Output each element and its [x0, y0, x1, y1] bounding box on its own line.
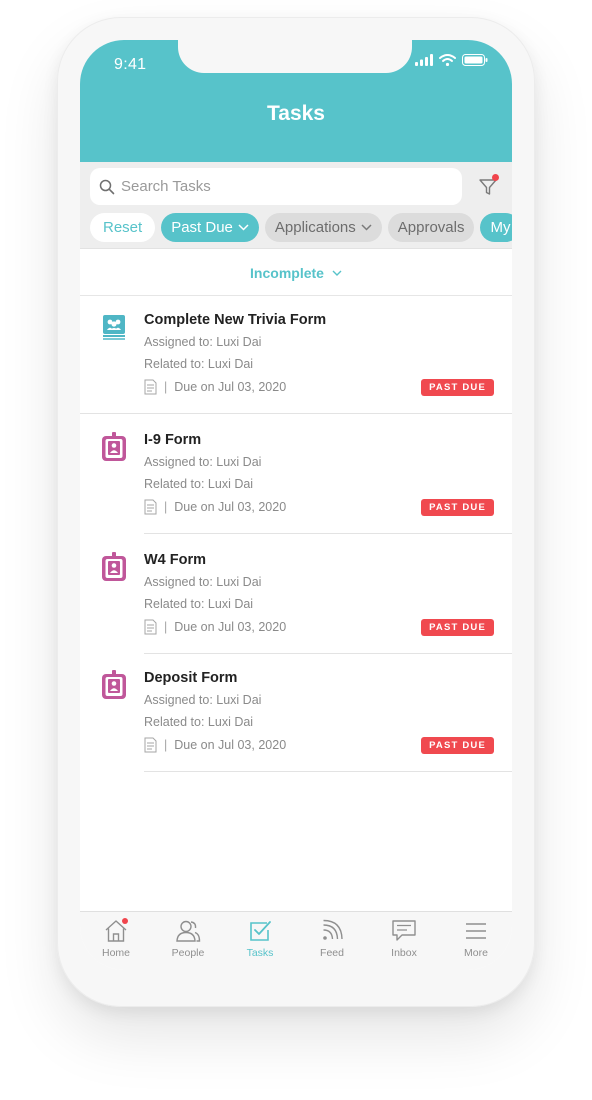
- due-date: Due on Jul 03, 2020: [174, 738, 287, 752]
- reset-filter-chip[interactable]: Reset: [90, 213, 156, 242]
- task-assigned: Assigned to: Luxi Dai: [144, 455, 262, 469]
- tab-more[interactable]: More: [440, 912, 512, 970]
- wifi-icon: [439, 54, 456, 66]
- due-date: Due on Jul 03, 2020: [174, 620, 287, 634]
- chip-label: My: [490, 219, 511, 236]
- chevron-down-icon: [238, 224, 249, 231]
- chip-label: Applications: [274, 219, 356, 236]
- task-assigned: Assigned to: Luxi Dai: [144, 693, 262, 707]
- task-related: Related to: Luxi Dai: [144, 597, 254, 611]
- chip-label: Past Due: [171, 219, 233, 236]
- battery-icon: [462, 54, 488, 66]
- status-time: 9:41: [114, 56, 147, 73]
- device-notch: [178, 40, 412, 73]
- chat-bubble-icon: [391, 919, 417, 943]
- separator: |: [164, 738, 168, 752]
- people-icon: [175, 919, 201, 943]
- document-icon: [144, 499, 157, 515]
- separator: |: [164, 620, 168, 634]
- signal-icon: [415, 54, 433, 66]
- document-icon: [144, 619, 157, 635]
- status-icons: [415, 54, 488, 66]
- menu-icon: [463, 919, 489, 943]
- filter-chip-approvals[interactable]: Approvals: [387, 213, 475, 242]
- search-filter-bar: Reset Past Due Applications Approvals My: [80, 162, 512, 249]
- filter-chips: Reset Past Due Applications Approvals My: [90, 213, 512, 242]
- filter-chip-my[interactable]: My: [480, 213, 512, 242]
- tab-label: Feed: [320, 947, 344, 959]
- document-icon: [144, 737, 157, 753]
- rss-feed-icon: [319, 919, 345, 943]
- task-assigned: Assigned to: Luxi Dai: [144, 335, 262, 349]
- search-input[interactable]: [121, 178, 451, 195]
- separator: |: [164, 500, 168, 514]
- past-due-badge: PAST DUE: [421, 619, 494, 636]
- divider: [144, 533, 512, 534]
- tab-people[interactable]: People: [152, 912, 224, 970]
- status-filter-dropdown[interactable]: Incomplete: [80, 250, 512, 296]
- past-due-badge: PAST DUE: [421, 379, 494, 396]
- task-due: | Due on Jul 03, 2020: [144, 737, 286, 753]
- separator: |: [164, 380, 168, 394]
- tab-label: Inbox: [391, 947, 417, 959]
- badge-id-icon: [102, 670, 126, 699]
- tab-tasks[interactable]: Tasks: [224, 912, 296, 970]
- tab-label: People: [171, 947, 205, 959]
- task-due: | Due on Jul 03, 2020: [144, 619, 286, 635]
- page-title: Tasks: [267, 102, 325, 125]
- status-filter-label: Incomplete: [250, 264, 324, 281]
- search-icon: [99, 179, 115, 194]
- task-related: Related to: Luxi Dai: [144, 477, 254, 491]
- task-title: I-9 Form: [144, 432, 202, 448]
- tab-feed[interactable]: Feed: [296, 912, 368, 970]
- reset-chip-label: Reset: [103, 219, 143, 236]
- search-box[interactable]: [90, 168, 462, 205]
- due-date: Due on Jul 03, 2020: [174, 500, 287, 514]
- tab-label: More: [464, 947, 488, 959]
- tab-inbox[interactable]: Inbox: [368, 912, 440, 970]
- chevron-down-icon: [332, 270, 342, 276]
- past-due-badge: PAST DUE: [421, 737, 494, 754]
- tasks-icon: [247, 919, 273, 943]
- chevron-down-icon: [361, 224, 372, 231]
- task-row[interactable]: I-9 Form Assigned to: Luxi Dai Related t…: [80, 416, 512, 534]
- task-row[interactable]: Complete New Trivia Form Assigned to: Lu…: [80, 296, 512, 414]
- divider: [80, 413, 512, 414]
- task-row[interactable]: W4 Form Assigned to: Luxi Dai Related to…: [80, 536, 512, 654]
- group-form-icon: [103, 315, 125, 340]
- filter-chip-applications[interactable]: Applications: [264, 213, 382, 242]
- task-row[interactable]: Deposit Form Assigned to: Luxi Dai Relat…: [80, 654, 512, 772]
- bottom-tab-bar: Home People Tasks Feed Inbox More: [80, 911, 512, 970]
- tab-home[interactable]: Home: [80, 912, 152, 970]
- task-related: Related to: Luxi Dai: [144, 357, 254, 371]
- tab-label: Home: [101, 947, 130, 959]
- due-date: Due on Jul 03, 2020: [174, 380, 287, 394]
- app-screen: 9:41 Tasks Search Tasks Reset Past Due A…: [80, 40, 512, 970]
- document-icon: [144, 379, 157, 395]
- task-title: Deposit Form: [144, 670, 238, 686]
- tab-label: Tasks: [246, 947, 274, 959]
- divider: [144, 771, 512, 772]
- task-assigned: Assigned to: Luxi Dai: [144, 575, 262, 589]
- past-due-badge: PAST DUE: [421, 499, 494, 516]
- badge-id-icon: [102, 432, 126, 461]
- home-icon: [103, 918, 129, 943]
- task-title: W4 Form: [144, 552, 207, 568]
- task-due: | Due on Jul 03, 2020: [144, 499, 286, 515]
- chip-label: Approvals: [397, 219, 465, 236]
- filter-active-dot: [492, 174, 499, 181]
- filter-chip-past-due[interactable]: Past Due: [161, 213, 259, 242]
- task-title: Complete New Trivia Form: [144, 312, 327, 328]
- filter-button[interactable]: [478, 174, 502, 199]
- notification-dot: [122, 918, 128, 924]
- task-related: Related to: Luxi Dai: [144, 715, 254, 729]
- badge-id-icon: [102, 552, 126, 581]
- task-due: | Due on Jul 03, 2020: [144, 379, 286, 395]
